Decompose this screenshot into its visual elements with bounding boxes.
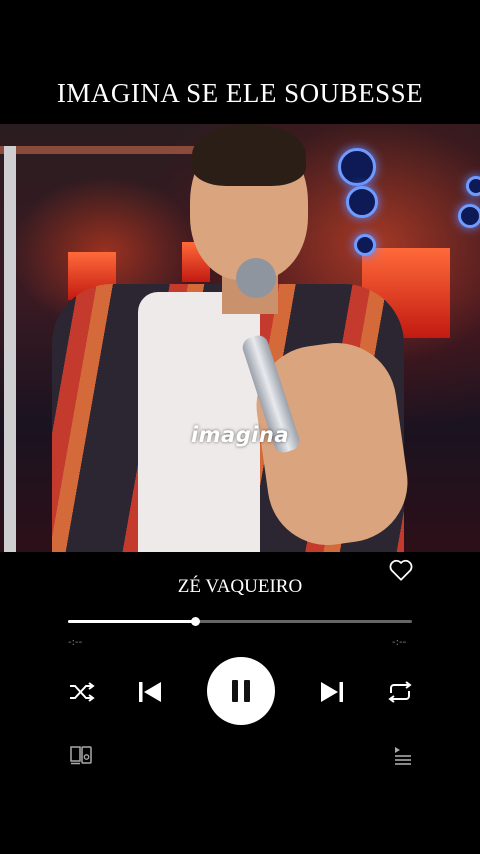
queue-icon[interactable] (391, 744, 415, 766)
stage-light (466, 176, 480, 196)
performer-tshirt (138, 292, 260, 552)
heart-outline-icon[interactable] (388, 558, 414, 582)
pause-icon (244, 680, 250, 702)
progress-fill (68, 620, 196, 623)
pause-icon (232, 680, 238, 702)
connect-device-icon[interactable] (69, 744, 93, 766)
stage-pillar (4, 146, 16, 552)
time-elapsed: -:-- (68, 637, 83, 648)
stage-light (354, 234, 376, 256)
video-frame: imagina (0, 124, 480, 552)
stage-light (346, 186, 378, 218)
progress-track[interactable] (68, 617, 412, 626)
song-title: IMAGINA SE ELE SOUBESSE (56, 78, 424, 108)
shuffle-icon[interactable] (65, 676, 97, 708)
skip-next-icon[interactable] (316, 676, 348, 708)
lyric-caption: imagina (190, 423, 290, 447)
stage-light (338, 148, 376, 186)
stage-truss (0, 146, 200, 154)
progress-thumb[interactable] (191, 617, 201, 626)
repeat-icon[interactable] (384, 676, 416, 708)
skip-previous-icon[interactable] (134, 676, 166, 708)
microphone-head (236, 258, 276, 298)
pause-button[interactable] (207, 657, 275, 725)
time-remaining: -:-- (392, 637, 407, 648)
performer-hair (192, 124, 306, 186)
stage-light (458, 204, 480, 228)
